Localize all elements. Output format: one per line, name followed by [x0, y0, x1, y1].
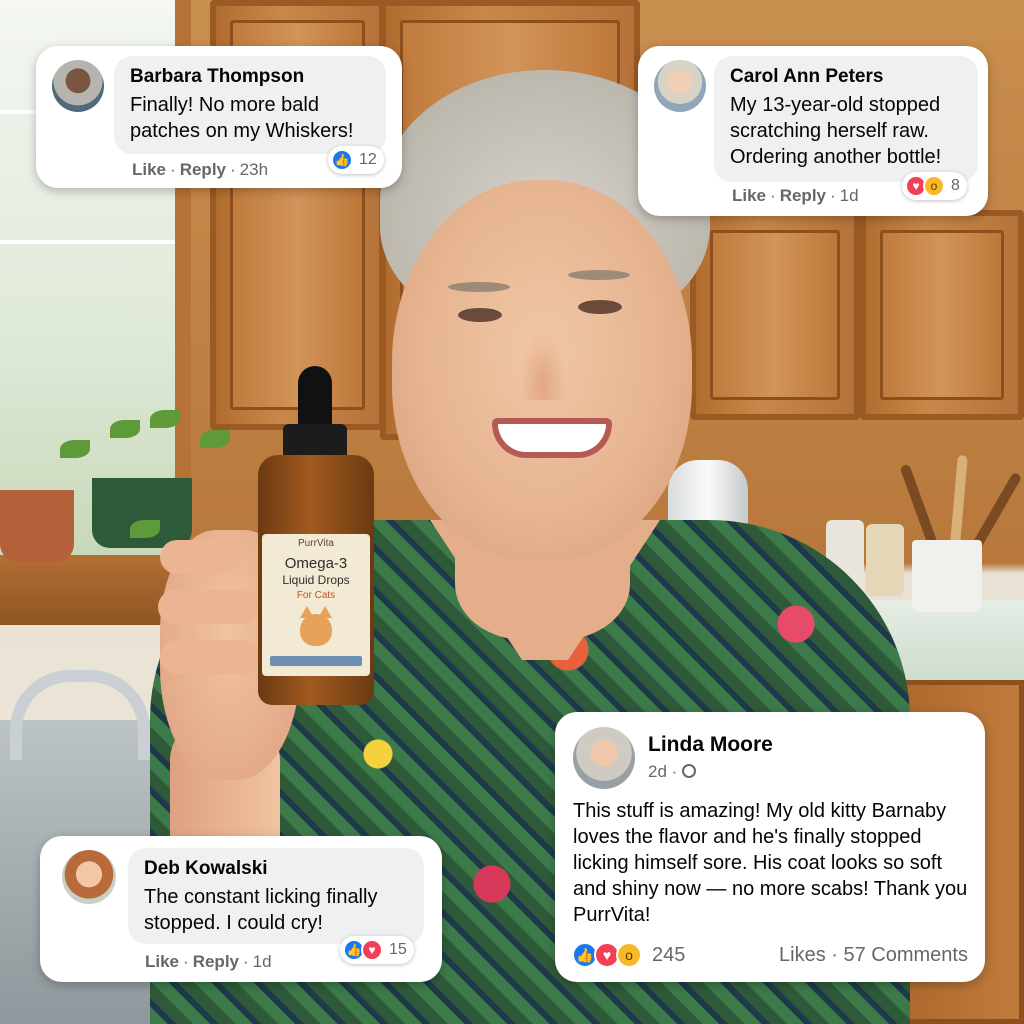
label-band: [270, 656, 362, 666]
comment-time[interactable]: 23h: [240, 160, 268, 179]
reaction-summary[interactable]: 👍 ♥ 15: [340, 936, 414, 964]
reaction-summary[interactable]: 👍 12: [328, 146, 384, 174]
comment-actions: Like · Reply · 1d: [732, 186, 859, 206]
dropper-bulb: [298, 366, 332, 432]
like-link[interactable]: Like: [145, 952, 179, 971]
comment-time[interactable]: 1d: [840, 186, 859, 205]
plant-leaf: [60, 440, 90, 458]
thumbs-up-icon: 👍: [331, 149, 353, 171]
eye: [578, 300, 622, 314]
comment-card: Deb Kowalski The constant licking finall…: [40, 836, 442, 982]
separator-dot: ·: [770, 186, 776, 205]
reaction-count: 15: [389, 941, 407, 958]
bottle-brand: PurrVita: [298, 538, 334, 549]
comment-time[interactable]: 1d: [253, 952, 272, 971]
wow-face-icon: o: [616, 942, 642, 968]
bottle-subtitle: Liquid Drops: [282, 573, 350, 587]
commenter-name[interactable]: Barbara Thompson: [130, 66, 370, 88]
reaction-count: 8: [951, 177, 960, 194]
post-stats[interactable]: Likes · 57 Comments: [779, 944, 968, 967]
upper-cabinet: [860, 210, 1024, 420]
comment-bubble: Carol Ann Peters My 13-year-old stopped …: [714, 56, 978, 182]
reply-link[interactable]: Reply: [780, 186, 826, 205]
reaction-summary[interactable]: ♥ o 8: [902, 172, 967, 200]
post-time[interactable]: 2d ·: [648, 762, 677, 781]
eyebrow: [568, 270, 630, 280]
finger: [160, 640, 260, 674]
commenter-name[interactable]: Deb Kowalski: [144, 858, 408, 880]
plant-leaf: [200, 430, 230, 448]
comment-bubble: Deb Kowalski The constant licking finall…: [128, 848, 424, 944]
commenter-name[interactable]: Carol Ann Peters: [730, 66, 962, 88]
bottle-for: For Cats: [296, 590, 336, 601]
like-link[interactable]: Like: [132, 160, 166, 179]
heart-icon: ♥: [361, 939, 383, 961]
comment-bubble: Barbara Thompson Finally! No more bald p…: [114, 56, 386, 154]
cabinet-panel: [880, 230, 1004, 400]
plant-leaf: [130, 520, 160, 538]
separator-dot: ·: [230, 160, 236, 179]
wow-face-icon: o: [923, 175, 945, 197]
avatar[interactable]: [654, 60, 706, 112]
faucet: [10, 670, 150, 760]
plant-leaf: [150, 410, 180, 428]
separator-dot: ·: [830, 186, 836, 205]
bottle-title: Omega-3: [284, 555, 348, 572]
post-text: This stuff is amazing! My old kitty Barn…: [573, 800, 968, 926]
finger: [160, 540, 240, 574]
finger: [158, 590, 258, 624]
jar: [866, 524, 904, 596]
comment-actions: Like · Reply · 1d: [145, 952, 272, 972]
eye: [458, 308, 502, 322]
poster-name[interactable]: Linda Moore: [648, 733, 773, 757]
cat-illustration: [300, 606, 332, 646]
cabinet-panel: [710, 230, 840, 400]
reaction-count[interactable]: 245: [652, 944, 685, 967]
like-link[interactable]: Like: [732, 186, 766, 205]
avatar[interactable]: [62, 850, 116, 904]
avatar[interactable]: [52, 60, 104, 112]
utensil-holder: [912, 540, 982, 612]
upper-cabinet: [690, 210, 860, 420]
reply-link[interactable]: Reply: [180, 160, 226, 179]
reply-link[interactable]: Reply: [193, 952, 239, 971]
nose: [520, 330, 566, 400]
avatar[interactable]: [573, 727, 635, 789]
comment-text: My 13-year-old stopped scratching hersel…: [730, 94, 942, 168]
eyebrow: [448, 282, 510, 292]
window-muntin: [0, 240, 175, 244]
smile: [492, 418, 612, 458]
separator-dot: ·: [243, 952, 249, 971]
comment-actions: Like · Reply · 23h: [132, 160, 268, 180]
comment-text: The constant licking finally stopped. I …: [144, 886, 378, 934]
flower-pot: [0, 490, 74, 562]
reaction-count: 12: [359, 151, 377, 168]
separator-dot: ·: [170, 160, 176, 179]
comment-card: Barbara Thompson Finally! No more bald p…: [36, 46, 402, 188]
post-footer: 👍 ♥ o 245 Likes · 57 Comments: [572, 938, 968, 972]
separator-dot: ·: [183, 952, 189, 971]
comment-card: Carol Ann Peters My 13-year-old stopped …: [638, 46, 988, 216]
globe-icon: [682, 764, 697, 778]
plant-leaf: [110, 420, 140, 438]
bottle-label: PurrVita Omega-3 Liquid Drops For Cats: [262, 534, 370, 676]
comment-text: Finally! No more bald patches on my Whis…: [130, 94, 354, 142]
post-meta: 2d ·: [648, 762, 697, 782]
